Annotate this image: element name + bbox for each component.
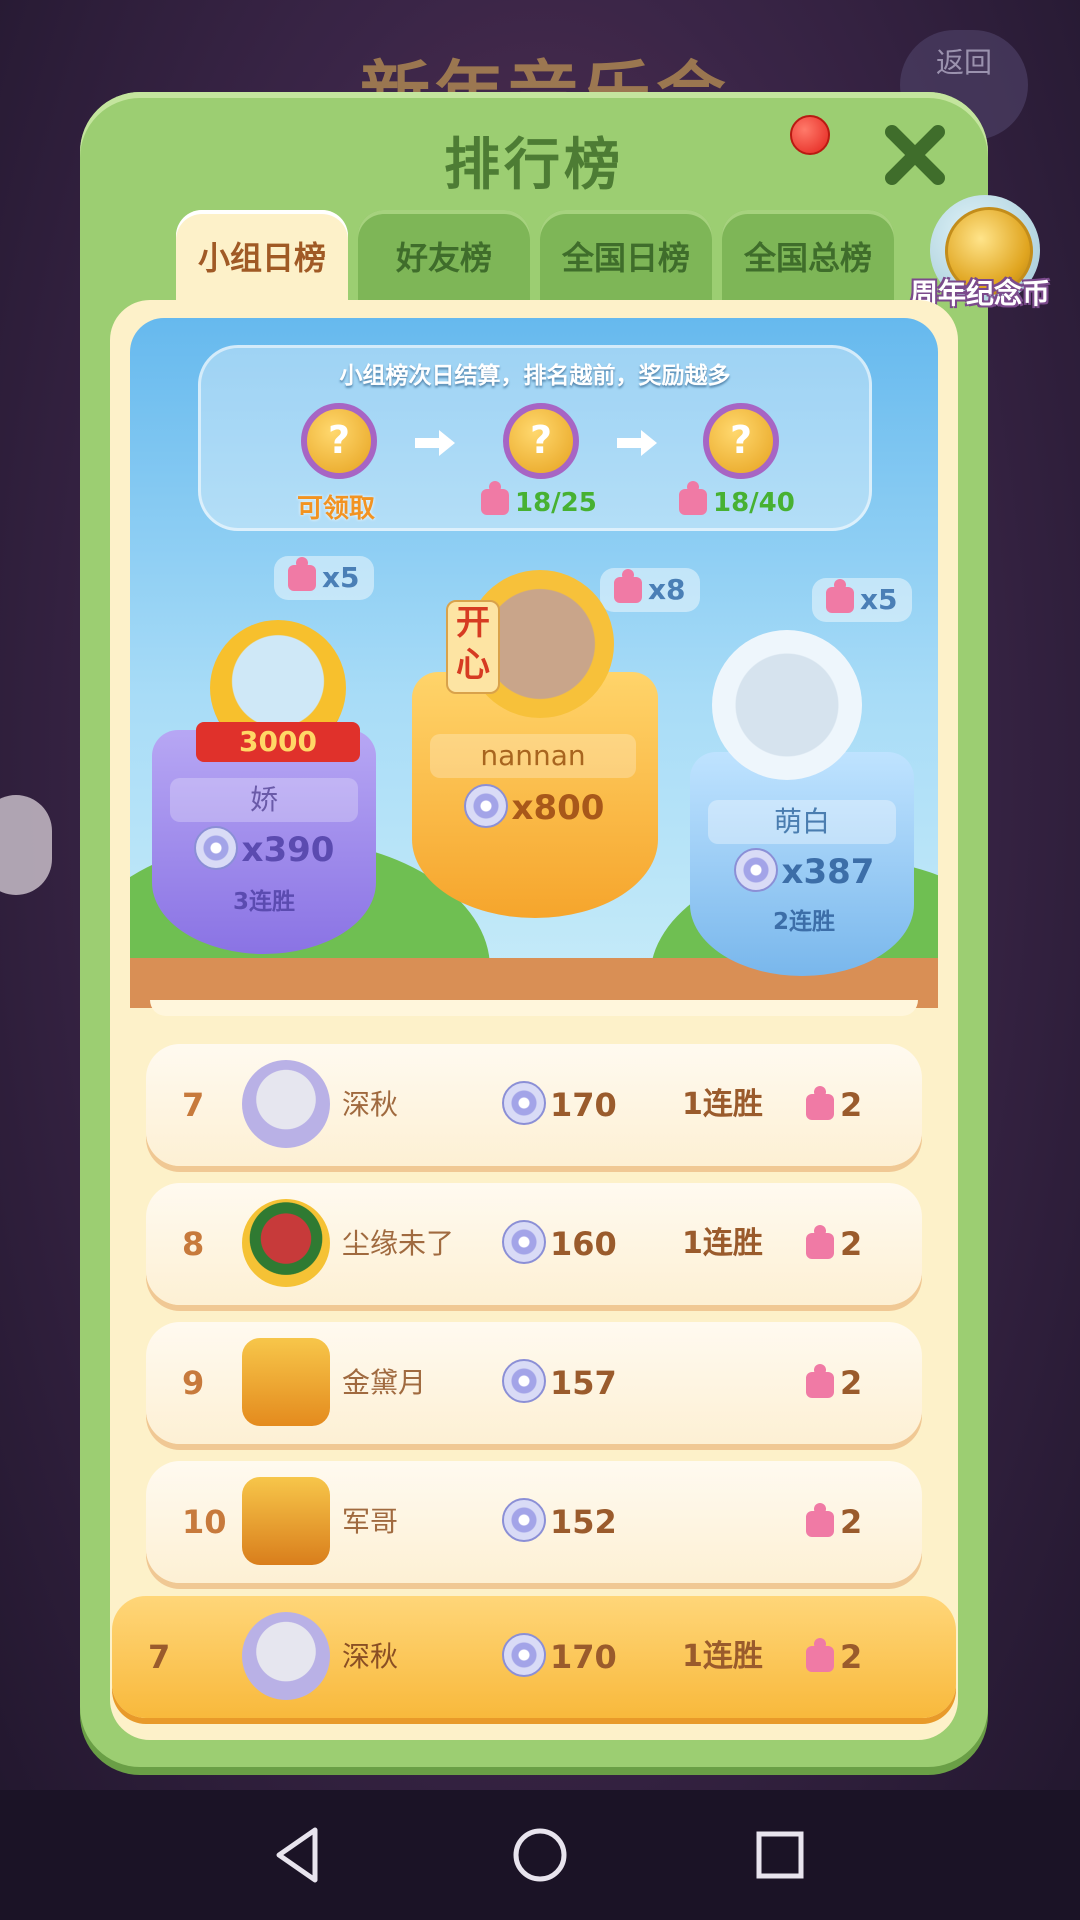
puzzle-piece-icon — [679, 481, 707, 515]
row-name: 尘缘未了 — [342, 1227, 455, 1260]
podium-right-score: x387 — [690, 848, 918, 892]
row-pieces: 2 — [806, 1461, 862, 1583]
podium-mid-score: x800 — [420, 784, 648, 828]
tab-bar: 小组日榜 好友榜 全国日榜 全国总榜 — [176, 210, 894, 302]
puzzle-piece-icon — [806, 1086, 834, 1120]
puzzle-piece-icon — [481, 481, 509, 515]
row-streak: 1连胜 — [682, 1087, 763, 1122]
table-row[interactable]: 8 尘缘未了 160 1连胜 2 — [146, 1183, 922, 1305]
puzzle-piece-icon — [614, 569, 642, 603]
puzzle-piece-icon — [806, 1638, 834, 1672]
disc-icon — [502, 1498, 546, 1542]
avatar[interactable] — [242, 1060, 330, 1148]
table-row[interactable]: 7 深秋 170 1连胜 2 — [146, 1044, 922, 1166]
disc-icon — [502, 1633, 546, 1677]
reward-progress-2: 18/40 — [679, 481, 795, 518]
puzzle-piece-icon — [288, 557, 316, 591]
row-score: 157 — [502, 1322, 617, 1444]
podium-right-name: 萌白 — [708, 800, 896, 844]
disc-icon — [502, 1081, 546, 1125]
close-icon — [885, 125, 945, 185]
tab-national-total[interactable]: 全国总榜 — [722, 210, 894, 302]
row-streak: 1连胜 — [682, 1226, 763, 1261]
reward-progress-box: 小组榜次日结算，排名越前，奖励越多 ? ? ? 可领取 18/25 18/40 — [198, 345, 872, 531]
row-pieces: 2 — [806, 1183, 862, 1305]
panel-title: 排行榜 — [444, 133, 624, 198]
row-pieces: 2 — [806, 1044, 862, 1166]
my-rank-row[interactable]: 7 深秋 170 1连胜 2 — [112, 1596, 956, 1718]
arrow-right-icon — [617, 430, 657, 456]
tab-friends[interactable]: 好友榜 — [358, 210, 530, 302]
home-icon[interactable] — [505, 1820, 575, 1890]
reward-chest-1[interactable]: ? — [301, 403, 377, 479]
mood-tag: 开心 — [446, 600, 500, 694]
notification-dot — [790, 115, 830, 155]
avatar[interactable] — [242, 1199, 330, 1287]
puzzle-piece-icon — [806, 1364, 834, 1398]
reward-claim-label: 可领取 — [297, 494, 376, 524]
disc-icon — [502, 1220, 546, 1264]
row-streak: 1连胜 — [682, 1639, 763, 1674]
row-name: 深秋 — [342, 1640, 399, 1673]
table-row[interactable]: 10 军哥 152 2 — [146, 1461, 922, 1583]
avatar[interactable] — [242, 1612, 330, 1700]
background-back-label: 返回 — [935, 46, 992, 79]
podium-left-name: 娇 — [170, 778, 358, 822]
reward-tip: 小组榜次日结算，排名越前，奖励越多 — [339, 363, 731, 389]
row-rank: 9 — [182, 1364, 205, 1402]
table-row[interactable]: 9 金黛月 157 2 — [146, 1322, 922, 1444]
row-name: 军哥 — [342, 1505, 399, 1538]
arrow-right-icon — [415, 430, 455, 456]
disc-icon — [463, 784, 508, 828]
row-score: 160 — [502, 1183, 617, 1305]
puzzle-piece-icon — [806, 1503, 834, 1537]
avatar-frame-banner: 3000 — [196, 722, 360, 762]
avatar[interactable] — [242, 1338, 330, 1426]
reward-progress-1: 18/25 — [481, 481, 597, 518]
row-pieces: 2 — [806, 1596, 862, 1718]
disc-icon — [733, 848, 778, 892]
mid-reward-bubble: x8 — [600, 568, 700, 612]
row-score: 152 — [502, 1461, 617, 1583]
side-puzzle-button[interactable] — [0, 795, 52, 895]
reward-chest-3[interactable]: ? — [703, 403, 779, 479]
row-score: 170 — [502, 1044, 617, 1166]
reward-chest-2[interactable]: ? — [503, 403, 579, 479]
right-reward-bubble: x5 — [812, 578, 912, 622]
avatar[interactable] — [712, 630, 862, 780]
row-name: 金黛月 — [342, 1366, 427, 1399]
recents-icon[interactable] — [745, 1820, 815, 1890]
row-pieces: 2 — [806, 1322, 862, 1444]
podium-left-score: x390 — [150, 826, 378, 870]
podium-right-streak: 2连胜 — [772, 909, 835, 935]
avatar[interactable] — [242, 1477, 330, 1565]
row-rank: 7 — [182, 1086, 205, 1124]
puzzle-piece-icon — [826, 579, 854, 613]
row-score: 170 — [502, 1596, 617, 1718]
podium-mid-name: nannan — [430, 734, 636, 778]
left-reward-bubble: x5 — [274, 556, 374, 600]
tab-national-daily[interactable]: 全国日榜 — [540, 210, 712, 302]
puzzle-piece-icon — [806, 1225, 834, 1259]
row-name: 深秋 — [342, 1088, 399, 1121]
tab-group-daily[interactable]: 小组日榜 — [176, 210, 348, 302]
disc-icon — [502, 1359, 546, 1403]
row-rank: 8 — [182, 1225, 205, 1263]
system-nav-bar — [0, 1790, 1080, 1920]
disc-icon — [193, 826, 238, 870]
row-rank: 10 — [182, 1503, 227, 1541]
list-divider — [150, 1000, 918, 1016]
back-icon[interactable] — [265, 1820, 335, 1890]
podium-left-streak: 3连胜 — [232, 889, 295, 915]
close-button[interactable] — [880, 120, 950, 190]
row-rank: 7 — [148, 1638, 171, 1676]
